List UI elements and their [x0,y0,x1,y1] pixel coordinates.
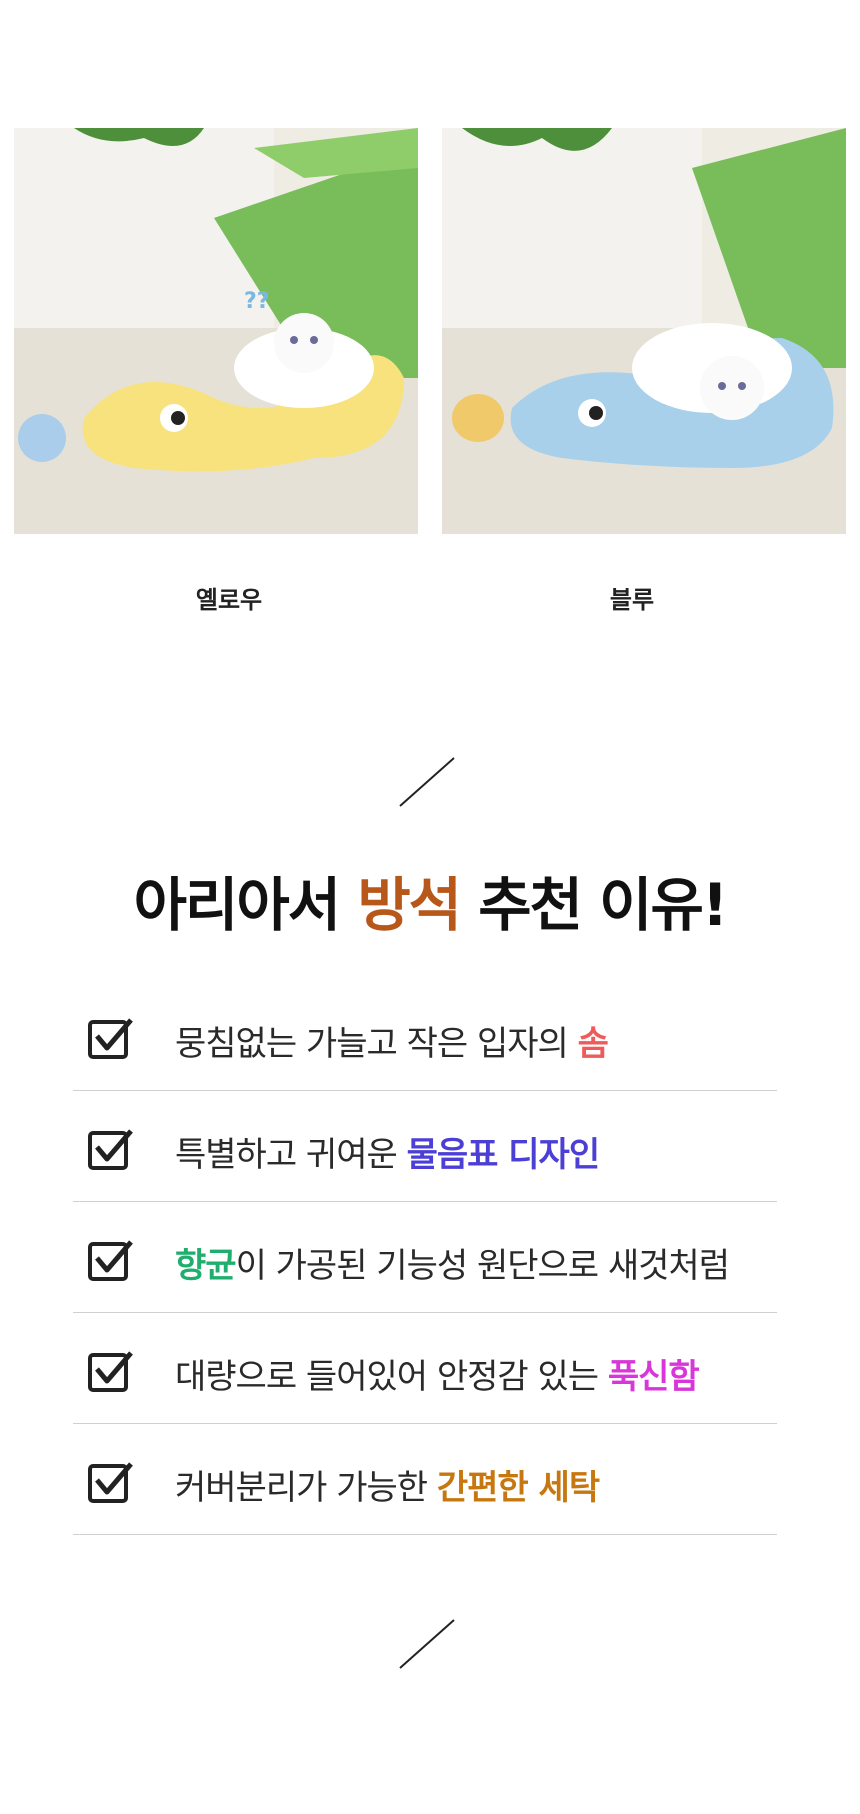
reason-item: 대량으로 들어있어 안정감 있는 푹신함 [73,1313,777,1424]
reason-text: 대량으로 들어있어 안정감 있는 푹신함 [175,1349,700,1398]
reason-text: 커버분리가 가능한 간편한 세탁 [175,1460,600,1509]
headline-accent: 방석 [357,871,462,939]
reason-trailing: 이 가공된 기능성 원단으로 새것처럼 [235,1246,730,1286]
reason-plain: 커버분리가 가능한 [175,1468,437,1508]
reason-highlight: 물음표 디자인 [406,1135,601,1175]
reason-plain: 특별하고 귀여운 [175,1135,407,1175]
reason-highlight: 푹신함 [607,1357,700,1397]
reason-plain: 대량으로 들어있어 안정감 있는 [175,1357,608,1397]
reason-highlight: 솜 [577,1024,609,1064]
product-name-blue: 블루 [609,586,655,614]
section-headline: 아리아서 방석 추천 이유! [0,858,860,942]
reason-text: 특별하고 귀여운 물음표 디자인 [175,1127,601,1176]
reason-item: 커버분리가 가능한 간편한 세탁 [73,1424,777,1535]
checkbox-check-icon [88,1240,133,1281]
headline-after: 추천 이유! [460,871,728,939]
reason-text: 뭉침없는 가늘고 작은 입자의 솜 [175,1016,609,1065]
svg-text:??: ?? [244,289,270,314]
photo-illustration-yellow: ?? [14,128,418,534]
reason-item: 뭉침없는 가늘고 작은 입자의 솜 [73,980,777,1091]
slash-divider-icon [399,1619,455,1669]
reason-item: 향균이 가공된 기능성 원단으로 새것처럼 [73,1202,777,1313]
product-photo-yellow: ?? [14,128,418,534]
checkbox-check-icon [88,1129,133,1170]
product-photo-blue [442,128,846,534]
slash-divider-icon [399,757,455,807]
reason-plain: 뭉침없는 가늘고 작은 입자의 [175,1024,578,1064]
reasons-list: 뭉침없는 가늘고 작은 입자의 솜 특별하고 귀여운 물음표 디자인 향균이 가… [73,980,777,1535]
checkbox-check-icon [88,1351,133,1392]
reason-item: 특별하고 귀여운 물음표 디자인 [73,1091,777,1202]
headline-before: 아리아서 [133,871,358,939]
checkbox-check-icon [88,1462,133,1503]
reason-highlight: 간편한 세탁 [436,1468,600,1508]
checkbox-check-icon [88,1018,133,1059]
product-name-yellow: 옐로우 [195,586,263,614]
reason-highlight: 향균 [175,1246,237,1286]
photo-illustration-blue [442,128,846,534]
reason-text: 향균이 가공된 기능성 원단으로 새것처럼 [175,1238,730,1287]
